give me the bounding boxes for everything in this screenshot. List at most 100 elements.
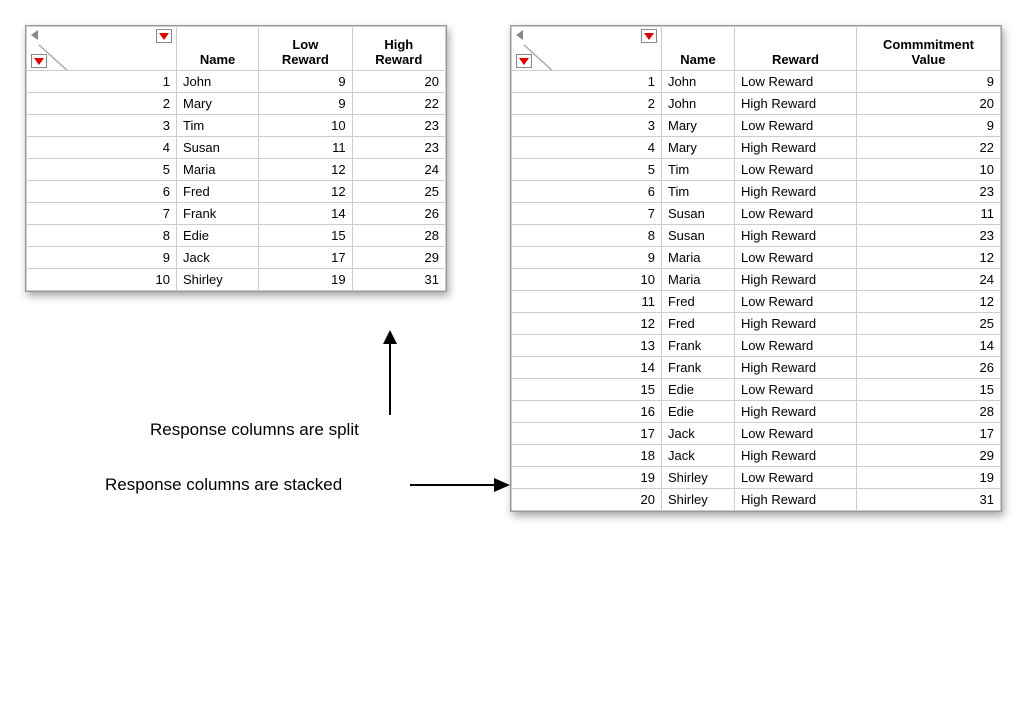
table-row[interactable]: 6Fred1225 [27, 181, 446, 203]
col-name[interactable]: Name [177, 27, 259, 71]
cell-reward[interactable]: High Reward [735, 489, 857, 511]
table-row[interactable]: 17JackLow Reward17 [512, 423, 1001, 445]
cell-name[interactable]: Susan [177, 137, 259, 159]
cell-name[interactable]: John [177, 71, 259, 93]
cell-value[interactable]: 28 [857, 401, 1001, 423]
cell-reward[interactable]: Low Reward [735, 247, 857, 269]
rows-disclosure-icon[interactable] [31, 54, 47, 68]
table-row[interactable]: 1John920 [27, 71, 446, 93]
table-row[interactable]: 5Maria1224 [27, 159, 446, 181]
cell-value[interactable]: 31 [857, 489, 1001, 511]
table-row[interactable]: 4MaryHigh Reward22 [512, 137, 1001, 159]
cell-name[interactable]: John [662, 71, 735, 93]
cell-high[interactable]: 31 [352, 269, 445, 291]
cell-name[interactable]: John [662, 93, 735, 115]
col-value[interactable]: CommmitmentValue [857, 27, 1001, 71]
table-row[interactable]: 15EdieLow Reward15 [512, 379, 1001, 401]
cell-reward[interactable]: Low Reward [735, 335, 857, 357]
back-triangle-icon[interactable] [31, 30, 38, 40]
cell-high[interactable]: 28 [352, 225, 445, 247]
cell-reward[interactable]: High Reward [735, 225, 857, 247]
cell-value[interactable]: 9 [857, 115, 1001, 137]
table-row[interactable]: 1JohnLow Reward9 [512, 71, 1001, 93]
cell-name[interactable]: Edie [177, 225, 259, 247]
cell-value[interactable]: 25 [857, 313, 1001, 335]
cell-value[interactable]: 17 [857, 423, 1001, 445]
cell-low[interactable]: 12 [259, 159, 352, 181]
cell-value[interactable]: 23 [857, 225, 1001, 247]
cell-name[interactable]: Mary [662, 137, 735, 159]
table-row[interactable]: 11FredLow Reward12 [512, 291, 1001, 313]
table-row[interactable]: 10MariaHigh Reward24 [512, 269, 1001, 291]
table-row[interactable]: 8SusanHigh Reward23 [512, 225, 1001, 247]
cell-value[interactable]: 20 [857, 93, 1001, 115]
cell-name[interactable]: Susan [662, 225, 735, 247]
cell-low[interactable]: 11 [259, 137, 352, 159]
cell-name[interactable]: Susan [662, 203, 735, 225]
cell-name[interactable]: Tim [177, 115, 259, 137]
cell-reward[interactable]: High Reward [735, 445, 857, 467]
cell-reward[interactable]: Low Reward [735, 203, 857, 225]
cell-high[interactable]: 23 [352, 137, 445, 159]
cell-low[interactable]: 15 [259, 225, 352, 247]
col-high[interactable]: HighReward [352, 27, 445, 71]
table-row[interactable]: 5TimLow Reward10 [512, 159, 1001, 181]
cell-high[interactable]: 25 [352, 181, 445, 203]
cell-low[interactable]: 10 [259, 115, 352, 137]
cell-name[interactable]: Mary [177, 93, 259, 115]
back-triangle-icon[interactable] [516, 30, 523, 40]
table-row[interactable]: 12FredHigh Reward25 [512, 313, 1001, 335]
col-name[interactable]: Name [662, 27, 735, 71]
cell-name[interactable]: Mary [662, 115, 735, 137]
table-row[interactable]: 14FrankHigh Reward26 [512, 357, 1001, 379]
cell-reward[interactable]: Low Reward [735, 379, 857, 401]
cell-name[interactable]: Frank [177, 203, 259, 225]
corner-cell[interactable] [512, 27, 662, 71]
cell-reward[interactable]: Low Reward [735, 291, 857, 313]
cell-reward[interactable]: High Reward [735, 93, 857, 115]
cell-low[interactable]: 12 [259, 181, 352, 203]
cell-value[interactable]: 12 [857, 247, 1001, 269]
cell-name[interactable]: Shirley [662, 467, 735, 489]
cell-name[interactable]: Tim [662, 159, 735, 181]
cell-value[interactable]: 14 [857, 335, 1001, 357]
cell-value[interactable]: 19 [857, 467, 1001, 489]
table-row[interactable]: 9Jack1729 [27, 247, 446, 269]
table-row[interactable]: 20ShirleyHigh Reward31 [512, 489, 1001, 511]
table-row[interactable]: 9MariaLow Reward12 [512, 247, 1001, 269]
cell-value[interactable]: 22 [857, 137, 1001, 159]
cell-reward[interactable]: High Reward [735, 357, 857, 379]
cell-reward[interactable]: High Reward [735, 313, 857, 335]
cell-name[interactable]: Edie [662, 379, 735, 401]
cell-high[interactable]: 22 [352, 93, 445, 115]
table-row[interactable]: 19ShirleyLow Reward19 [512, 467, 1001, 489]
cell-high[interactable]: 23 [352, 115, 445, 137]
cell-value[interactable]: 15 [857, 379, 1001, 401]
cell-reward[interactable]: High Reward [735, 401, 857, 423]
col-low[interactable]: LowReward [259, 27, 352, 71]
table-row[interactable]: 18JackHigh Reward29 [512, 445, 1001, 467]
cell-reward[interactable]: Low Reward [735, 115, 857, 137]
cell-name[interactable]: Fred [662, 291, 735, 313]
cell-reward[interactable]: High Reward [735, 269, 857, 291]
cell-high[interactable]: 29 [352, 247, 445, 269]
table-row[interactable]: 3MaryLow Reward9 [512, 115, 1001, 137]
columns-disclosure-icon[interactable] [156, 29, 172, 43]
cell-name[interactable]: Fred [662, 313, 735, 335]
col-reward[interactable]: Reward [735, 27, 857, 71]
table-row[interactable]: 2Mary922 [27, 93, 446, 115]
cell-name[interactable]: Shirley [177, 269, 259, 291]
table-row[interactable]: 3Tim1023 [27, 115, 446, 137]
cell-high[interactable]: 24 [352, 159, 445, 181]
rows-disclosure-icon[interactable] [516, 54, 532, 68]
cell-name[interactable]: Shirley [662, 489, 735, 511]
cell-value[interactable]: 9 [857, 71, 1001, 93]
cell-name[interactable]: Tim [662, 181, 735, 203]
cell-high[interactable]: 26 [352, 203, 445, 225]
cell-reward[interactable]: Low Reward [735, 159, 857, 181]
columns-disclosure-icon[interactable] [641, 29, 657, 43]
cell-low[interactable]: 9 [259, 71, 352, 93]
cell-name[interactable]: Edie [662, 401, 735, 423]
cell-value[interactable]: 24 [857, 269, 1001, 291]
corner-cell[interactable] [27, 27, 177, 71]
